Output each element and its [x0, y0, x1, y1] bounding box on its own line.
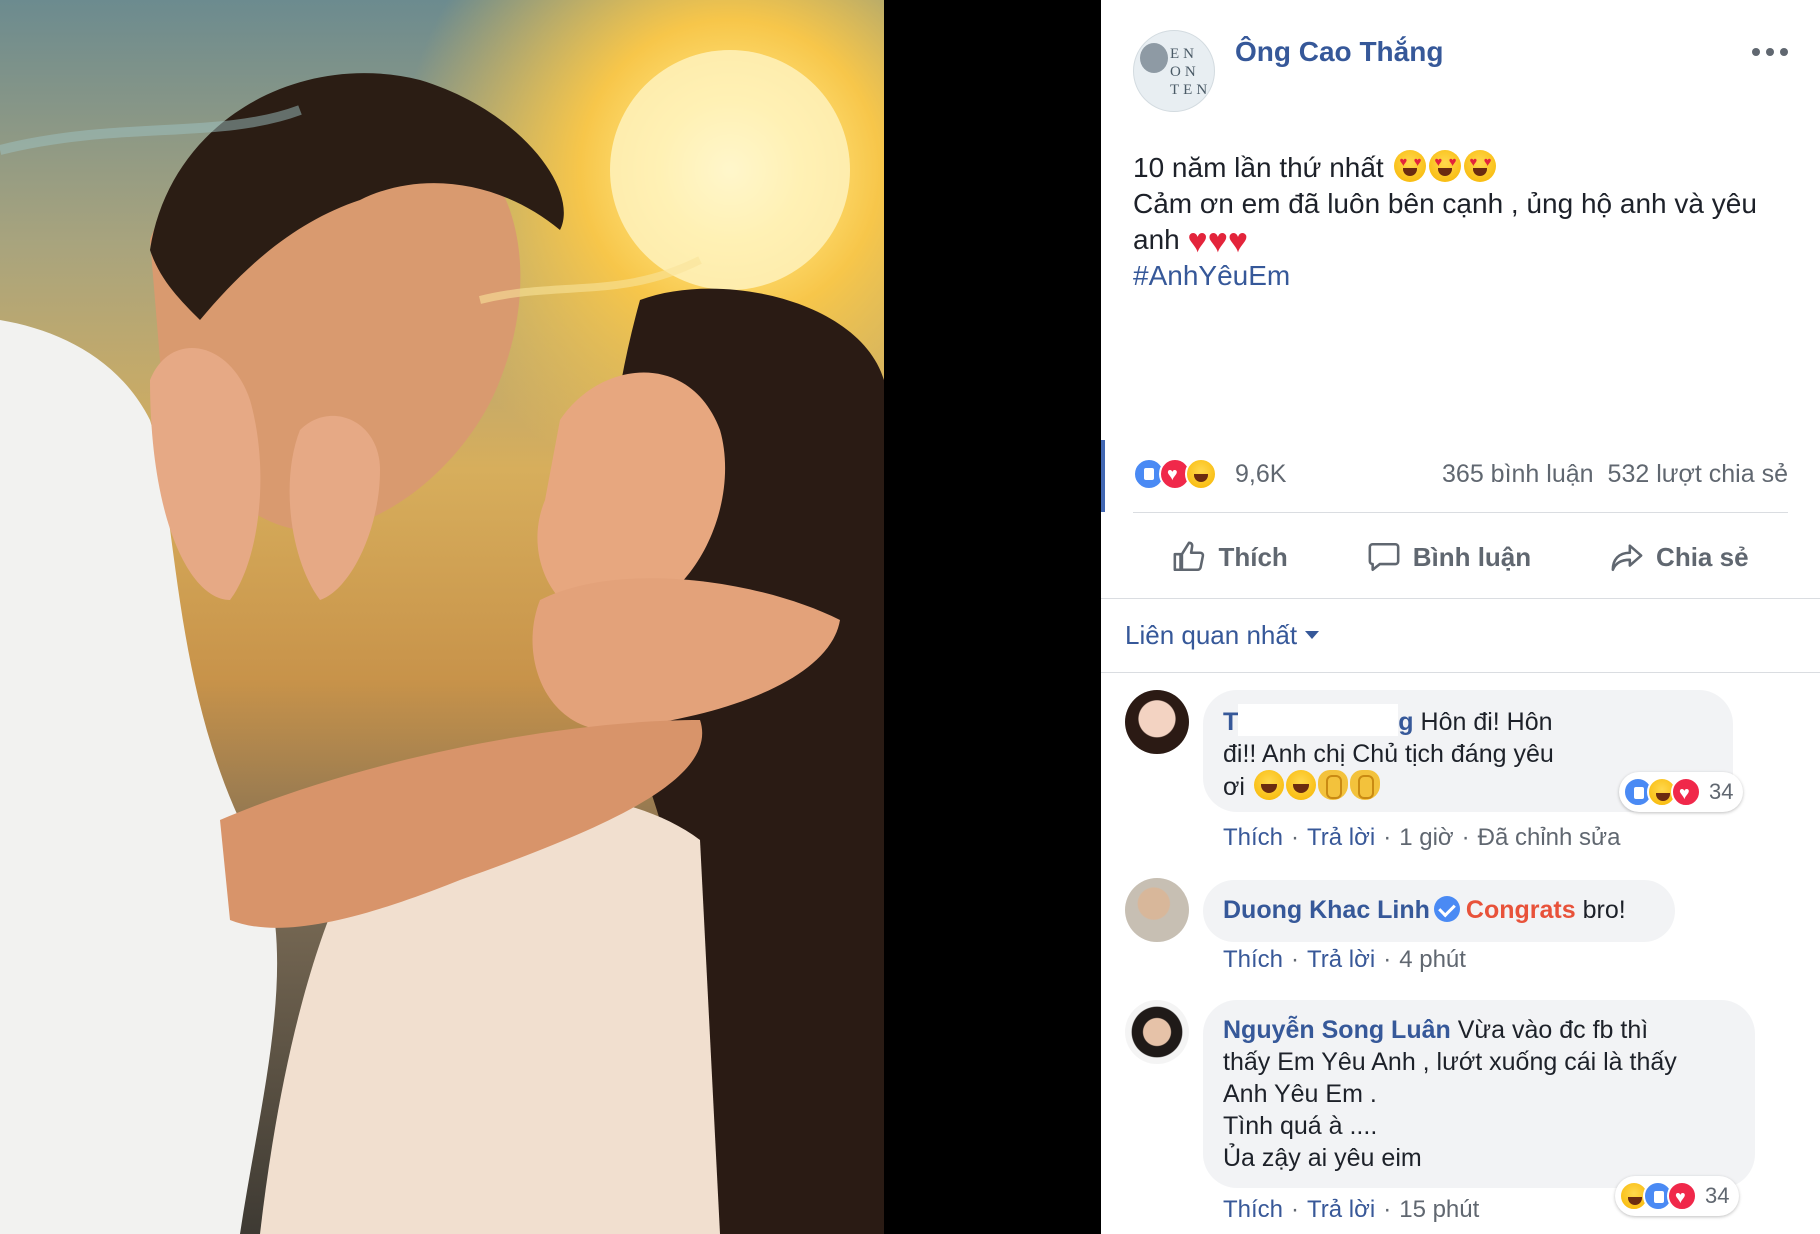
thumbs-up-icon: [1174, 541, 1205, 572]
post-message: 10 năm lần thứ nhất Cảm ơn em đã luôn bê…: [1133, 150, 1793, 294]
comment-like-link[interactable]: Thích: [1223, 824, 1283, 851]
comment-time[interactable]: 4 phút: [1399, 946, 1466, 973]
comment-text-line: đi!! Anh chị Chủ tịch đáng yêu: [1223, 740, 1554, 768]
commenter-name-suffix: g: [1398, 708, 1414, 736]
love-reaction-icon: [1671, 777, 1701, 807]
commenter-name-initial: T: [1223, 708, 1239, 736]
haha-reaction-icon: [1185, 458, 1217, 490]
like-button-label: Thích: [1218, 541, 1288, 572]
post-line-1-text: 10 năm lần thứ nhất: [1133, 152, 1384, 183]
comment-text: bro!: [1582, 896, 1626, 924]
heart-eyes-emoji-icon: [1464, 150, 1497, 182]
clapping-hands-emoji-icon: [1349, 770, 1380, 800]
comment-text-line: Hôn đi! Hôn: [1420, 708, 1553, 736]
clapping-hands-emoji-icon: [1317, 770, 1348, 800]
heart-eyes-emoji-icon: [1429, 150, 1462, 182]
comment-like-link[interactable]: Thích: [1223, 1196, 1283, 1223]
comment-reply-link[interactable]: Trả lời: [1307, 824, 1375, 851]
post-line-2: Cảm ơn em đã luôn bên cạnh , ủng hộ anh …: [1133, 186, 1793, 258]
more-options-icon[interactable]: [1752, 40, 1788, 64]
comment-text-line: Vừa vào đc fb thì: [1457, 1016, 1649, 1044]
comment-reaction-count: 34: [1705, 1183, 1730, 1208]
comment-count-link[interactable]: 365 bình luận: [1442, 460, 1594, 488]
share-button-label: Chia sẻ: [1656, 541, 1749, 572]
lightbox-background: [884, 0, 1101, 1234]
comment-meta: Thích · Trả lời · 15 phút: [1223, 1196, 1480, 1223]
comment-text-line: ơi: [1223, 773, 1245, 801]
tears-of-joy-emoji-icon: [1253, 770, 1284, 800]
hashtag-link[interactable]: #AnhYêuEm: [1133, 258, 1793, 294]
commenter-name-link[interactable]: Duong Khac Linh: [1223, 896, 1430, 924]
commenter-avatar[interactable]: [1125, 1000, 1189, 1064]
comment-bubble: Nguyễn Song Luân Vừa vào đc fb thì thấy …: [1203, 1000, 1755, 1188]
heart-eyes-emoji-icon: [1394, 150, 1427, 182]
post-photo[interactable]: [0, 0, 884, 1234]
comment-sort-label: Liên quan nhất: [1125, 620, 1298, 650]
reaction-count[interactable]: 9,6K: [1235, 460, 1286, 489]
commenter-name-link[interactable]: Tg: [1223, 704, 1414, 736]
comment-edited-label[interactable]: Đã chỉnh sửa: [1478, 824, 1621, 851]
share-button[interactable]: Chia sẻ: [1610, 540, 1749, 574]
share-count-link[interactable]: 532 lượt chia sẻ: [1608, 460, 1788, 488]
share-arrow-icon: [1611, 544, 1643, 572]
comment-reactions[interactable]: 34: [1615, 1176, 1740, 1216]
post-actions: Thích Bình luận Chia sẻ: [1133, 530, 1788, 584]
divider: [1101, 672, 1820, 673]
congrats-highlight-text: Congrats: [1465, 896, 1576, 924]
caret-down-icon: [1305, 631, 1320, 639]
red-heart-emoji-icon: ♥: [1207, 222, 1228, 260]
comment-time[interactable]: 1 giờ: [1399, 824, 1453, 851]
comment-meta: Thích · Trả lời · 1 giờ · Đã chỉnh sửa: [1223, 824, 1621, 851]
reaction-icons[interactable]: [1133, 458, 1217, 490]
red-heart-emoji-icon: ♥: [1227, 222, 1249, 260]
comment-reactions[interactable]: 34: [1619, 772, 1744, 812]
post-sidebar: EN ON TEN Ông Cao Thắng 10 năm lần thứ n…: [1101, 0, 1820, 1234]
comment-reply-link[interactable]: Trả lời: [1307, 1196, 1375, 1223]
comment-meta: Thích · Trả lời · 4 phút: [1223, 946, 1466, 973]
avatar-face-icon: [1140, 43, 1168, 73]
comment-bubble: Duong Khac Linh Congrats bro!: [1203, 880, 1675, 942]
comment-text-line: thấy Em Yêu Anh , lướt xuống cái là thấy: [1223, 1048, 1677, 1076]
comment-like-link[interactable]: Thích: [1223, 946, 1283, 973]
couple-photo-illustration: [0, 50, 884, 1234]
avatar-logo-text: EN ON TEN: [1170, 46, 1212, 98]
divider: [1101, 598, 1820, 599]
focus-indicator: [1101, 440, 1105, 512]
comment-button-label: Bình luận: [1412, 541, 1532, 572]
divider: [1133, 512, 1788, 513]
comment-time[interactable]: 15 phút: [1399, 1196, 1479, 1223]
comment-button[interactable]: Bình luận: [1367, 540, 1531, 574]
redacted-name-block: [1238, 704, 1399, 736]
commenter-name-link[interactable]: Nguyễn Song Luân: [1223, 1016, 1451, 1044]
commenter-avatar[interactable]: [1125, 690, 1189, 754]
reaction-summary: 9,6K 365 bình luận 532 lượt chia sẻ: [1133, 458, 1788, 494]
comment-text-line: Anh Yêu Em .: [1223, 1080, 1377, 1108]
comment-text-line: Ủa zậy ai yêu eim: [1223, 1144, 1422, 1172]
author-name-link[interactable]: Ông Cao Thắng: [1235, 36, 1443, 68]
post-line-1: 10 năm lần thứ nhất: [1133, 150, 1793, 186]
comment-text-line: Tình quá à ....: [1223, 1112, 1378, 1140]
tears-of-joy-emoji-icon: [1285, 770, 1316, 800]
comment-sort-dropdown[interactable]: Liên quan nhất: [1125, 620, 1320, 651]
author-avatar[interactable]: EN ON TEN: [1133, 30, 1215, 112]
verified-badge-icon: [1433, 896, 1460, 922]
speech-bubble-icon: [1368, 542, 1400, 572]
love-reaction-icon: [1667, 1181, 1697, 1211]
comment-reaction-count: 34: [1709, 779, 1734, 804]
comment-reply-link[interactable]: Trả lời: [1307, 946, 1375, 973]
red-heart-emoji-icon: ♥: [1187, 222, 1208, 260]
commenter-avatar[interactable]: [1125, 878, 1189, 942]
like-button[interactable]: Thích: [1172, 540, 1288, 574]
post-stats: 365 bình luận 532 lượt chia sẻ: [1442, 460, 1788, 489]
